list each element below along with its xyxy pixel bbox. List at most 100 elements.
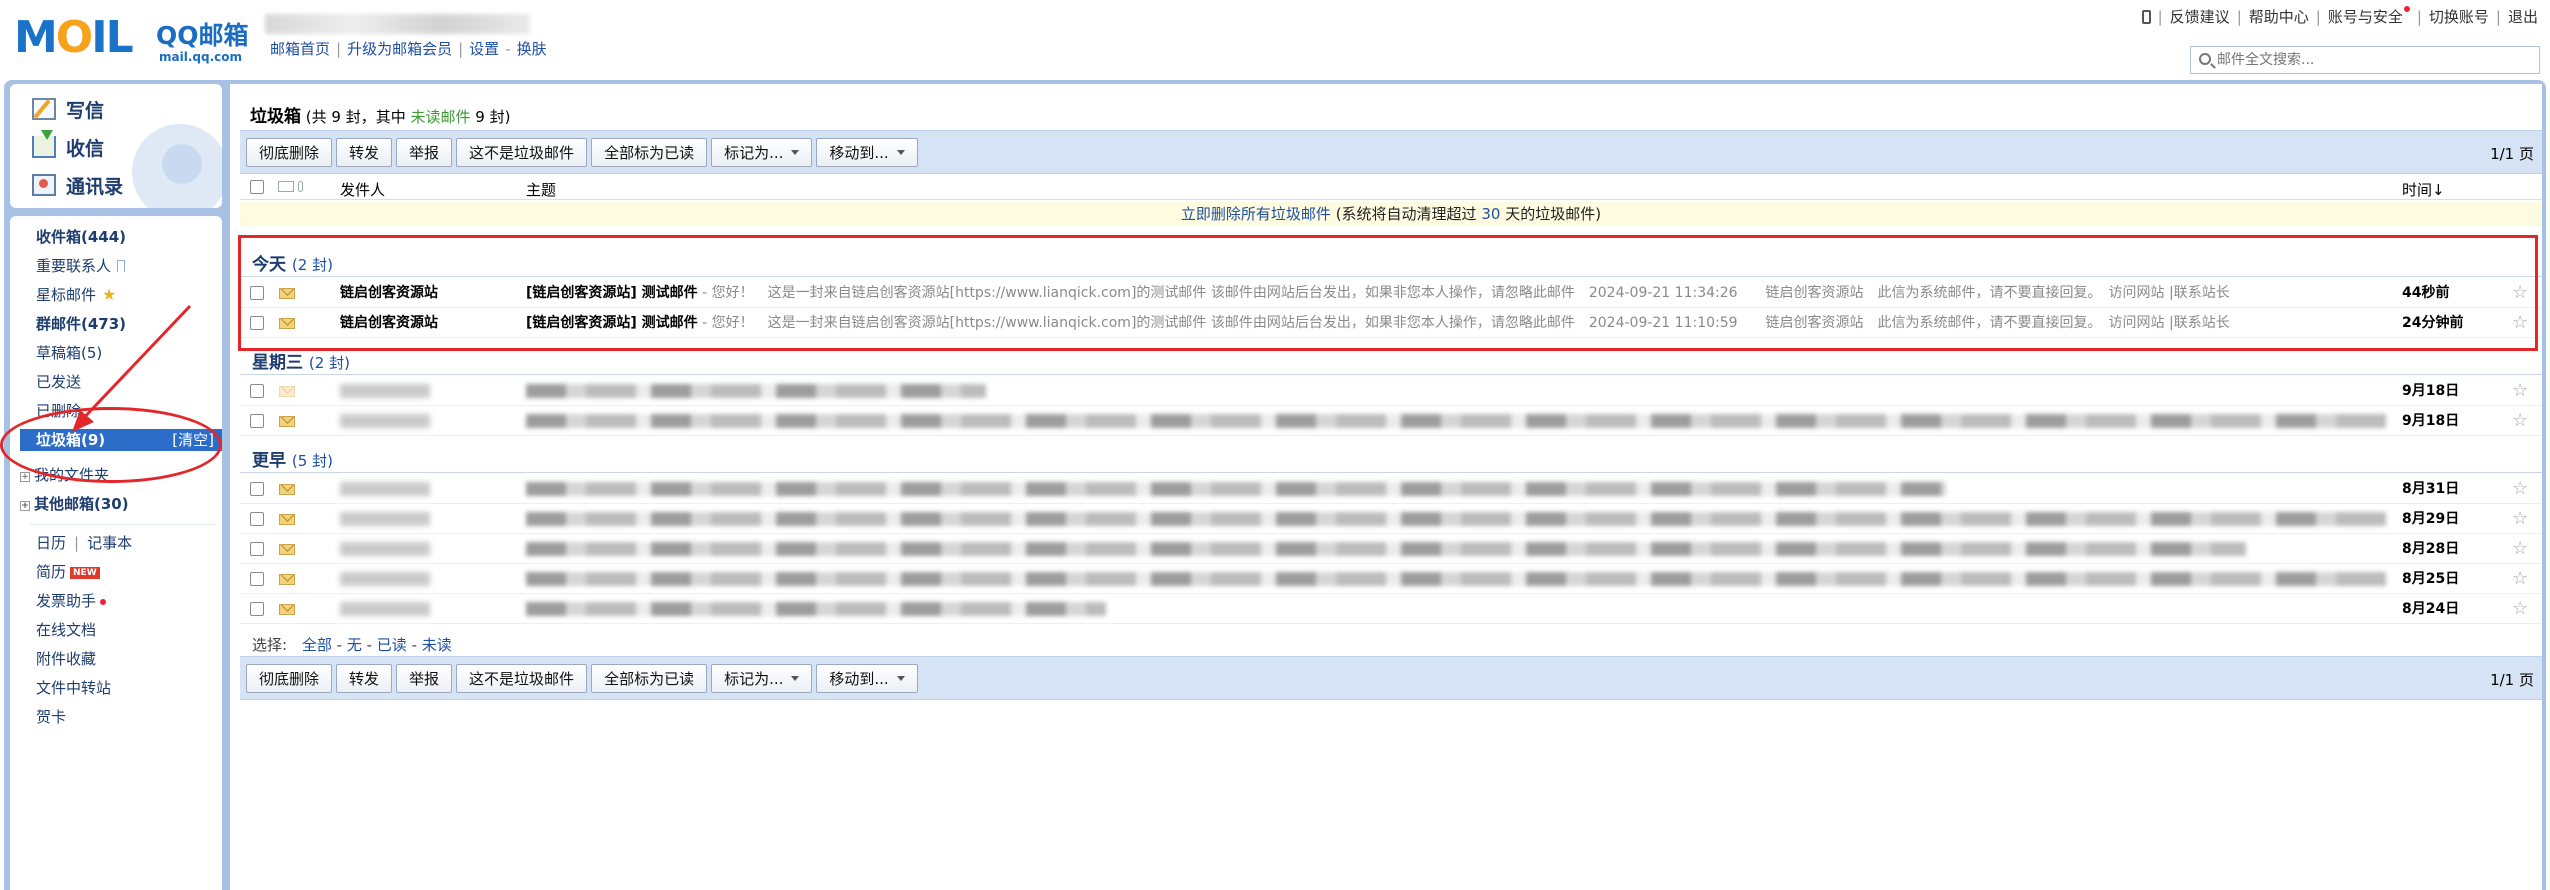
other-mailboxes-label: 其他邮箱(30) (34, 495, 129, 513)
row-checkbox[interactable] (250, 414, 264, 428)
mail-row[interactable]: 8月28日 ☆ (240, 534, 2542, 564)
annotation-ellipse (0, 407, 222, 483)
sidebar-item-notes[interactable]: 记事本 (87, 534, 132, 552)
link-settings[interactable]: 设置 (469, 40, 499, 58)
link-feedback[interactable]: 反馈建议 (2170, 8, 2230, 26)
forward-button[interactable]: 转发 (336, 138, 393, 167)
chevron-down-icon (791, 150, 800, 155)
sidebar-item-inbox[interactable]: 收件箱(444) (36, 226, 126, 248)
select-unread-link[interactable]: 未读 (422, 636, 452, 654)
group-wednesday: 星期三 (2 封) (252, 348, 350, 373)
delete-permanently-button[interactable]: 彻底删除 (246, 664, 333, 693)
star-icon[interactable]: ☆ (2512, 406, 2528, 435)
select-none-link[interactable]: 无 (347, 636, 362, 654)
unread-envelope-icon (279, 484, 295, 495)
sidebar-item-attachments[interactable]: 附件收藏 (36, 648, 96, 670)
sidebar-item-vip-contacts[interactable]: 重要联系人 (36, 255, 126, 277)
delete-all-spam-link[interactable]: 立即删除所有垃圾邮件 (1181, 205, 1331, 223)
sidebar-item-other-mailboxes[interactable]: + 其他邮箱(30) (20, 493, 129, 515)
divider (240, 374, 2542, 375)
top-right-links: | 反馈建议 | 帮助中心 | 账号与安全 | 切换账号 | 退出 (2141, 6, 2538, 27)
qq-mail-logo[interactable]: MOIL QQ邮箱 mail.qq.com (14, 10, 254, 64)
phone-icon[interactable] (2141, 10, 2151, 24)
subject-redacted (526, 482, 1946, 496)
receive-mail-button[interactable]: 收信 (32, 130, 104, 162)
mark-all-read-button[interactable]: 全部标为已读 (591, 138, 708, 167)
group-count-link[interactable]: (2 封) (309, 354, 350, 372)
mail-row[interactable]: 8月24日 ☆ (240, 594, 2542, 624)
sidebar-item-starred[interactable]: 星标邮件 ★ (36, 284, 116, 306)
link-upgrade-vip[interactable]: 升级为邮箱会员 (347, 40, 452, 58)
link-logout[interactable]: 退出 (2508, 8, 2538, 26)
star-icon[interactable]: ☆ (2512, 376, 2528, 405)
move-to-dropdown[interactable]: 移动到... (816, 138, 918, 167)
sidebar-item-cards[interactable]: 贺卡 (36, 706, 66, 728)
mark-as-dropdown[interactable]: 标记为... (711, 664, 813, 693)
star-icon[interactable]: ☆ (2512, 564, 2528, 593)
not-spam-button[interactable]: 这不是垃圾邮件 (456, 664, 588, 693)
mail-row[interactable]: 8月25日 ☆ (240, 564, 2542, 594)
mail-row[interactable]: 8月29日 ☆ (240, 504, 2542, 534)
select-read-link[interactable]: 已读 (377, 636, 407, 654)
account-name-redacted (265, 14, 530, 34)
annotation-highlight-box (238, 235, 2538, 351)
compose-button[interactable]: 写信 (32, 94, 104, 124)
expand-icon[interactable]: + (20, 472, 30, 482)
sidebar-item-calendar[interactable]: 日历 (36, 534, 66, 552)
move-to-dropdown[interactable]: 移动到... (816, 664, 918, 693)
row-checkbox[interactable] (250, 482, 264, 496)
group-count-link[interactable]: (5 封) (292, 452, 333, 470)
logo-brand: QQ邮箱 (156, 21, 249, 50)
sidebar-item-invoice[interactable]: 发票助手 (36, 590, 107, 612)
select-all-link[interactable]: 全部 (302, 636, 332, 654)
row-checkbox[interactable] (250, 542, 264, 556)
star-icon[interactable]: ☆ (2512, 504, 2528, 533)
star-icon[interactable]: ☆ (2512, 534, 2528, 563)
sidebar-item-file-transfer[interactable]: 文件中转站 (36, 677, 111, 699)
sidebar-item-sent[interactable]: 已发送 (36, 371, 81, 393)
forward-button[interactable]: 转发 (336, 664, 393, 693)
unread-mail-link[interactable]: 未读邮件 (411, 108, 471, 126)
mark-as-dropdown[interactable]: 标记为... (711, 138, 813, 167)
link-mailbox-home[interactable]: 邮箱首页 (270, 40, 330, 58)
link-account-security[interactable]: 账号与安全 (2328, 8, 2403, 26)
link-skin[interactable]: 换肤 (517, 40, 547, 58)
sender-redacted (340, 414, 430, 428)
column-sender[interactable]: 发件人 (340, 179, 385, 200)
sidebar-item-drafts[interactable]: 草稿箱(5) (36, 342, 102, 364)
page-title: 垃圾箱 (250, 107, 301, 127)
subject-redacted (526, 542, 2246, 556)
search-input[interactable] (2217, 50, 2527, 70)
not-spam-button[interactable]: 这不是垃圾邮件 (456, 138, 588, 167)
sidebar-item-online-docs[interactable]: 在线文档 (36, 619, 96, 641)
contacts-button[interactable]: 通讯录 (32, 170, 123, 200)
link-switch-account[interactable]: 切换账号 (2429, 8, 2489, 26)
mark-all-read-button[interactable]: 全部标为已读 (591, 664, 708, 693)
read-envelope-icon (279, 386, 295, 397)
notice-text-suffix: 天的垃圾邮件) (1505, 205, 1602, 223)
mail-row[interactable]: 8月31日 ☆ (240, 474, 2542, 504)
delete-permanently-button[interactable]: 彻底删除 (246, 138, 333, 167)
mark-as-label: 标记为... (724, 670, 784, 688)
row-time: 9月18日 (2402, 383, 2460, 399)
column-time[interactable]: 时间↓ (2402, 179, 2445, 200)
column-subject[interactable]: 主题 (526, 179, 556, 200)
link-help[interactable]: 帮助中心 (2249, 8, 2309, 26)
mail-row[interactable]: 9月18日 ☆ (240, 406, 2542, 436)
select-all-checkbox[interactable] (250, 180, 264, 194)
report-button[interactable]: 举报 (396, 138, 453, 167)
row-checkbox[interactable] (250, 512, 264, 526)
sidebar-item-group-mail[interactable]: 群邮件(473) (36, 313, 126, 335)
row-checkbox[interactable] (250, 602, 264, 616)
column-header: 发件人 主题 时间↓ (240, 176, 2542, 200)
row-checkbox[interactable] (250, 384, 264, 398)
mail-row[interactable]: 9月18日 ☆ (240, 376, 2542, 406)
star-icon[interactable]: ☆ (2512, 594, 2528, 623)
expand-icon[interactable]: + (20, 501, 30, 511)
row-checkbox[interactable] (250, 572, 264, 586)
report-button[interactable]: 举报 (396, 664, 453, 693)
search-icon[interactable] (2199, 53, 2211, 65)
star-icon[interactable]: ☆ (2512, 474, 2528, 503)
group-title: 星期三 (252, 353, 303, 373)
sidebar-item-resume[interactable]: 简历 NEW (36, 561, 100, 583)
